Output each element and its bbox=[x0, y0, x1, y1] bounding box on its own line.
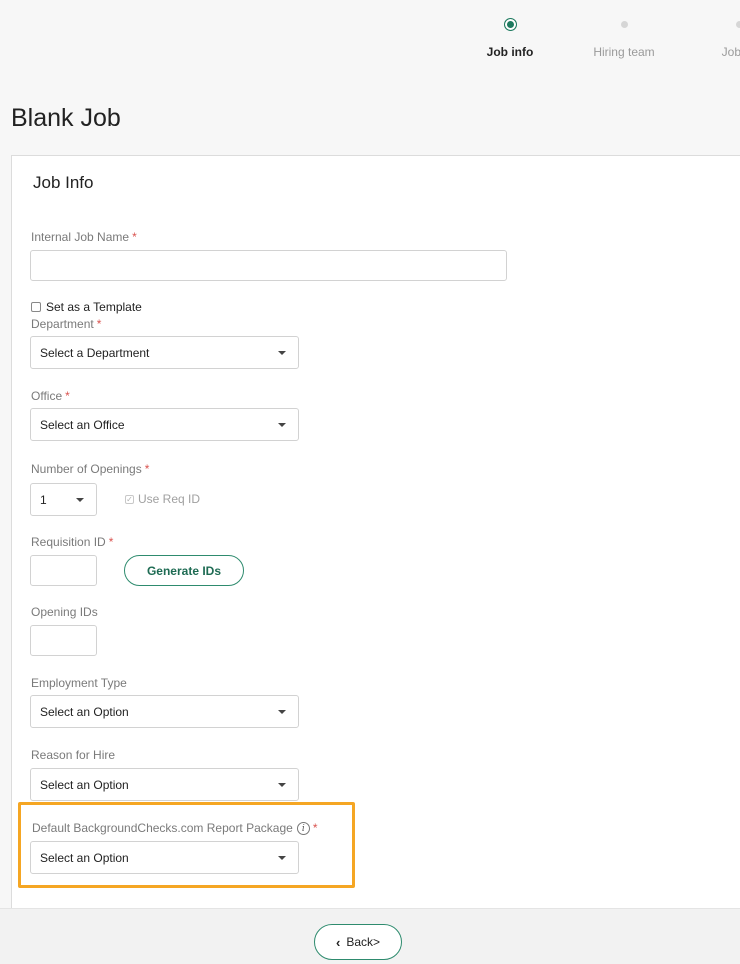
department-select[interactable]: Select a Department bbox=[30, 336, 299, 369]
required-marker: * bbox=[108, 535, 114, 549]
label-text: Requisition ID bbox=[31, 535, 106, 549]
label-text: Department bbox=[31, 317, 94, 331]
employment-type-select[interactable]: Select an Option bbox=[30, 695, 299, 728]
internal-job-name-input[interactable] bbox=[30, 250, 507, 281]
opening-ids-label: Opening IDs bbox=[31, 605, 98, 619]
step-dot-icon bbox=[735, 20, 740, 28]
caret-down-icon bbox=[278, 783, 286, 787]
chevron-left-icon: ‹ bbox=[335, 934, 341, 950]
step-label: Hiring team bbox=[593, 45, 655, 59]
caret-down-icon bbox=[278, 351, 286, 355]
step-job-info[interactable]: Job info bbox=[455, 17, 565, 59]
step-label: Job info bbox=[486, 45, 534, 59]
label-text: Internal Job Name bbox=[31, 230, 130, 244]
office-select[interactable]: Select an Office bbox=[30, 408, 299, 441]
internal-job-name-label: Internal Job Name * bbox=[31, 230, 137, 244]
info-icon[interactable]: i bbox=[296, 822, 310, 836]
label-text: Office bbox=[31, 389, 63, 403]
use-req-id-checkbox: ✓ bbox=[125, 494, 134, 504]
label-text: Number of Openings bbox=[31, 462, 142, 476]
requisition-id-input[interactable] bbox=[30, 555, 97, 586]
step-active-dot-icon bbox=[503, 17, 517, 31]
background-check-package-label: Default BackgroundChecks.com Report Pack… bbox=[32, 821, 318, 836]
opening-ids-input[interactable] bbox=[30, 625, 97, 656]
caret-down-icon bbox=[76, 498, 84, 502]
back-button-label: Back> bbox=[346, 935, 381, 949]
progress-stepper: Job info Hiring team Job kit bbox=[0, 0, 740, 80]
required-marker: * bbox=[96, 317, 102, 331]
step-hiring-team[interactable]: Hiring team bbox=[569, 17, 679, 59]
use-req-id-label: Use Req ID bbox=[138, 492, 201, 506]
step-job-kit[interactable]: Job kit bbox=[684, 17, 740, 59]
use-req-id-checkbox-row: ✓ Use Req ID bbox=[125, 492, 200, 506]
department-select-value: Select a Department bbox=[40, 345, 150, 360]
card-title: Job Info bbox=[33, 173, 94, 192]
reason-for-hire-label: Reason for Hire bbox=[31, 748, 116, 762]
requisition-id-label: Requisition ID * bbox=[31, 535, 113, 549]
set-as-template-label: Set as a Template bbox=[46, 300, 142, 314]
required-marker: * bbox=[144, 462, 150, 476]
office-label: Office * bbox=[31, 389, 70, 403]
number-of-openings-value: 1 bbox=[40, 492, 47, 507]
required-marker: * bbox=[65, 389, 70, 403]
background-check-package-select-value: Select an Option bbox=[40, 850, 129, 865]
reason-for-hire-select[interactable]: Select an Option bbox=[30, 768, 299, 801]
background-check-package-select[interactable]: Select an Option bbox=[30, 841, 299, 874]
required-marker: * bbox=[312, 821, 318, 835]
step-label: Job kit bbox=[721, 45, 740, 59]
reason-for-hire-select-value: Select an Option bbox=[40, 777, 129, 792]
back-button[interactable]: ‹ Back> bbox=[314, 924, 402, 960]
employment-type-label: Employment Type bbox=[31, 676, 127, 690]
caret-down-icon bbox=[278, 710, 286, 714]
set-as-template-checkbox[interactable] bbox=[31, 302, 41, 312]
number-of-openings-select[interactable]: 1 bbox=[30, 483, 97, 516]
office-select-value: Select an Office bbox=[40, 417, 125, 432]
caret-down-icon bbox=[278, 856, 286, 860]
set-as-template-checkbox-row[interactable]: Set as a Template bbox=[31, 300, 142, 314]
number-of-openings-label: Number of Openings * bbox=[31, 462, 149, 476]
label-text: Default BackgroundChecks.com Report Pack… bbox=[32, 821, 293, 835]
department-label: Department * bbox=[31, 317, 101, 331]
step-dot-icon bbox=[620, 20, 628, 28]
employment-type-select-value: Select an Option bbox=[40, 704, 129, 719]
required-marker: * bbox=[132, 230, 137, 244]
generate-ids-button[interactable]: Generate IDs bbox=[124, 555, 244, 586]
footer-bar: ‹ Back> bbox=[0, 908, 740, 964]
caret-down-icon bbox=[278, 423, 286, 427]
page-title: Blank Job bbox=[11, 104, 121, 132]
